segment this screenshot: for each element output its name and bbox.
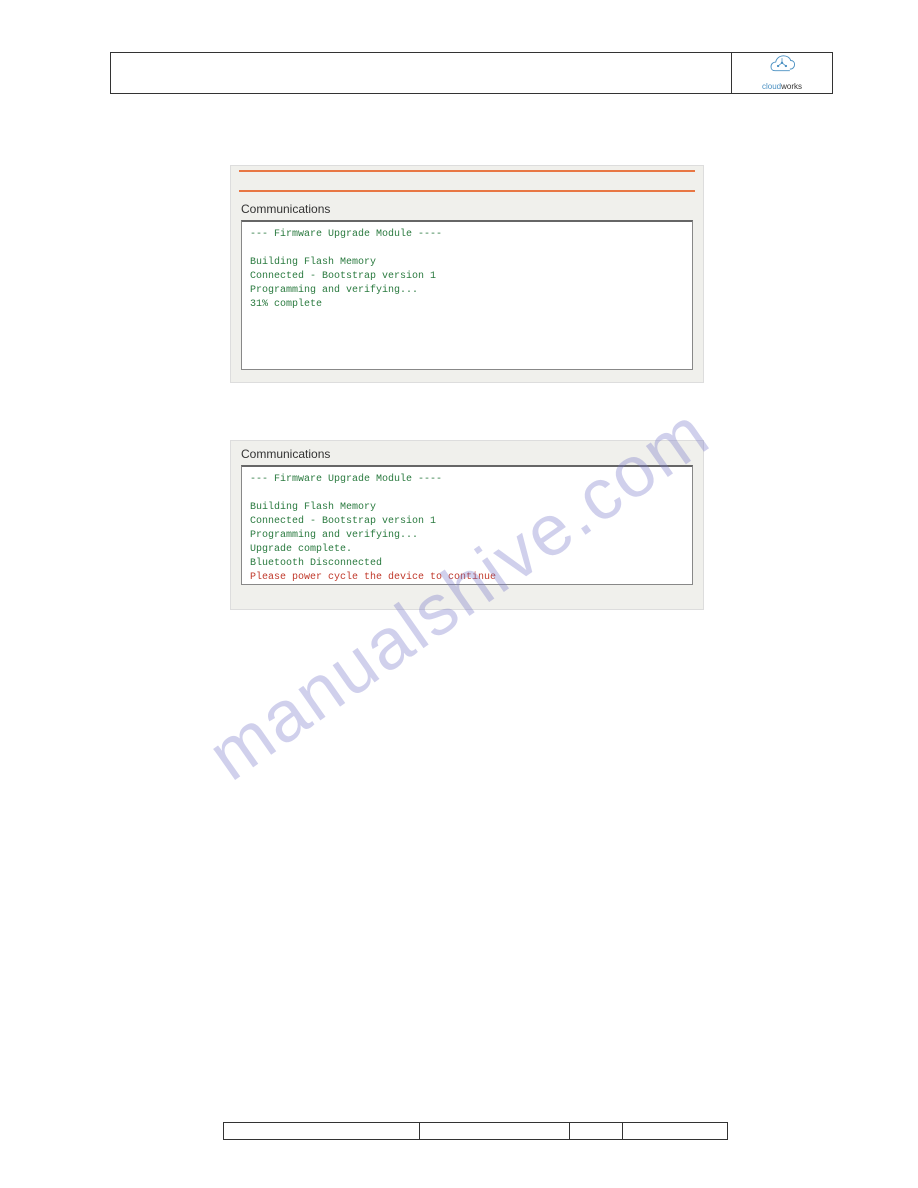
header-bar: cloudworks <box>110 52 833 94</box>
terminal-line: 31% complete <box>250 298 684 312</box>
cloudworks-logo: cloudworks <box>762 55 802 91</box>
terminal-line: Building Flash Memory <box>250 256 684 270</box>
terminal-line: Upgrade complete. <box>250 543 684 557</box>
terminal-line: Programming and verifying... <box>250 284 684 298</box>
terminal-output: --- Firmware Upgrade Module ---- Buildin… <box>241 220 693 370</box>
terminal-line: Connected - Bootstrap version 1 <box>250 515 684 529</box>
cloud-icon <box>766 55 798 77</box>
terminal-line: Bluetooth Disconnected <box>250 557 684 571</box>
header-logo-section: cloudworks <box>732 53 832 93</box>
logo-text: cloudworks <box>762 82 802 91</box>
terminal-line <box>250 242 684 256</box>
terminal-output: --- Firmware Upgrade Module ---- Buildin… <box>241 465 693 585</box>
terminal-line: Programming and verifying... <box>250 529 684 543</box>
divider-line <box>239 190 695 192</box>
terminal-line: Building Flash Memory <box>250 501 684 515</box>
communications-panel-1: Communications --- Firmware Upgrade Modu… <box>230 165 704 383</box>
terminal-line <box>250 487 684 501</box>
footer-cell <box>420 1123 570 1139</box>
terminal-line: --- Firmware Upgrade Module ---- <box>250 228 684 242</box>
footer-cell <box>570 1123 623 1139</box>
panel-title: Communications <box>231 196 703 220</box>
terminal-line: Connected - Bootstrap version 1 <box>250 270 684 284</box>
communications-panel-2: Communications --- Firmware Upgrade Modu… <box>230 440 704 610</box>
footer-cell <box>224 1123 420 1139</box>
footer-table <box>223 1122 728 1140</box>
footer-cell <box>623 1123 727 1139</box>
divider-line <box>239 170 695 172</box>
terminal-line-warning: Please power cycle the device to continu… <box>250 571 684 585</box>
terminal-line: --- Firmware Upgrade Module ---- <box>250 473 684 487</box>
header-left-section <box>111 53 732 93</box>
panel-title: Communications <box>231 441 703 465</box>
